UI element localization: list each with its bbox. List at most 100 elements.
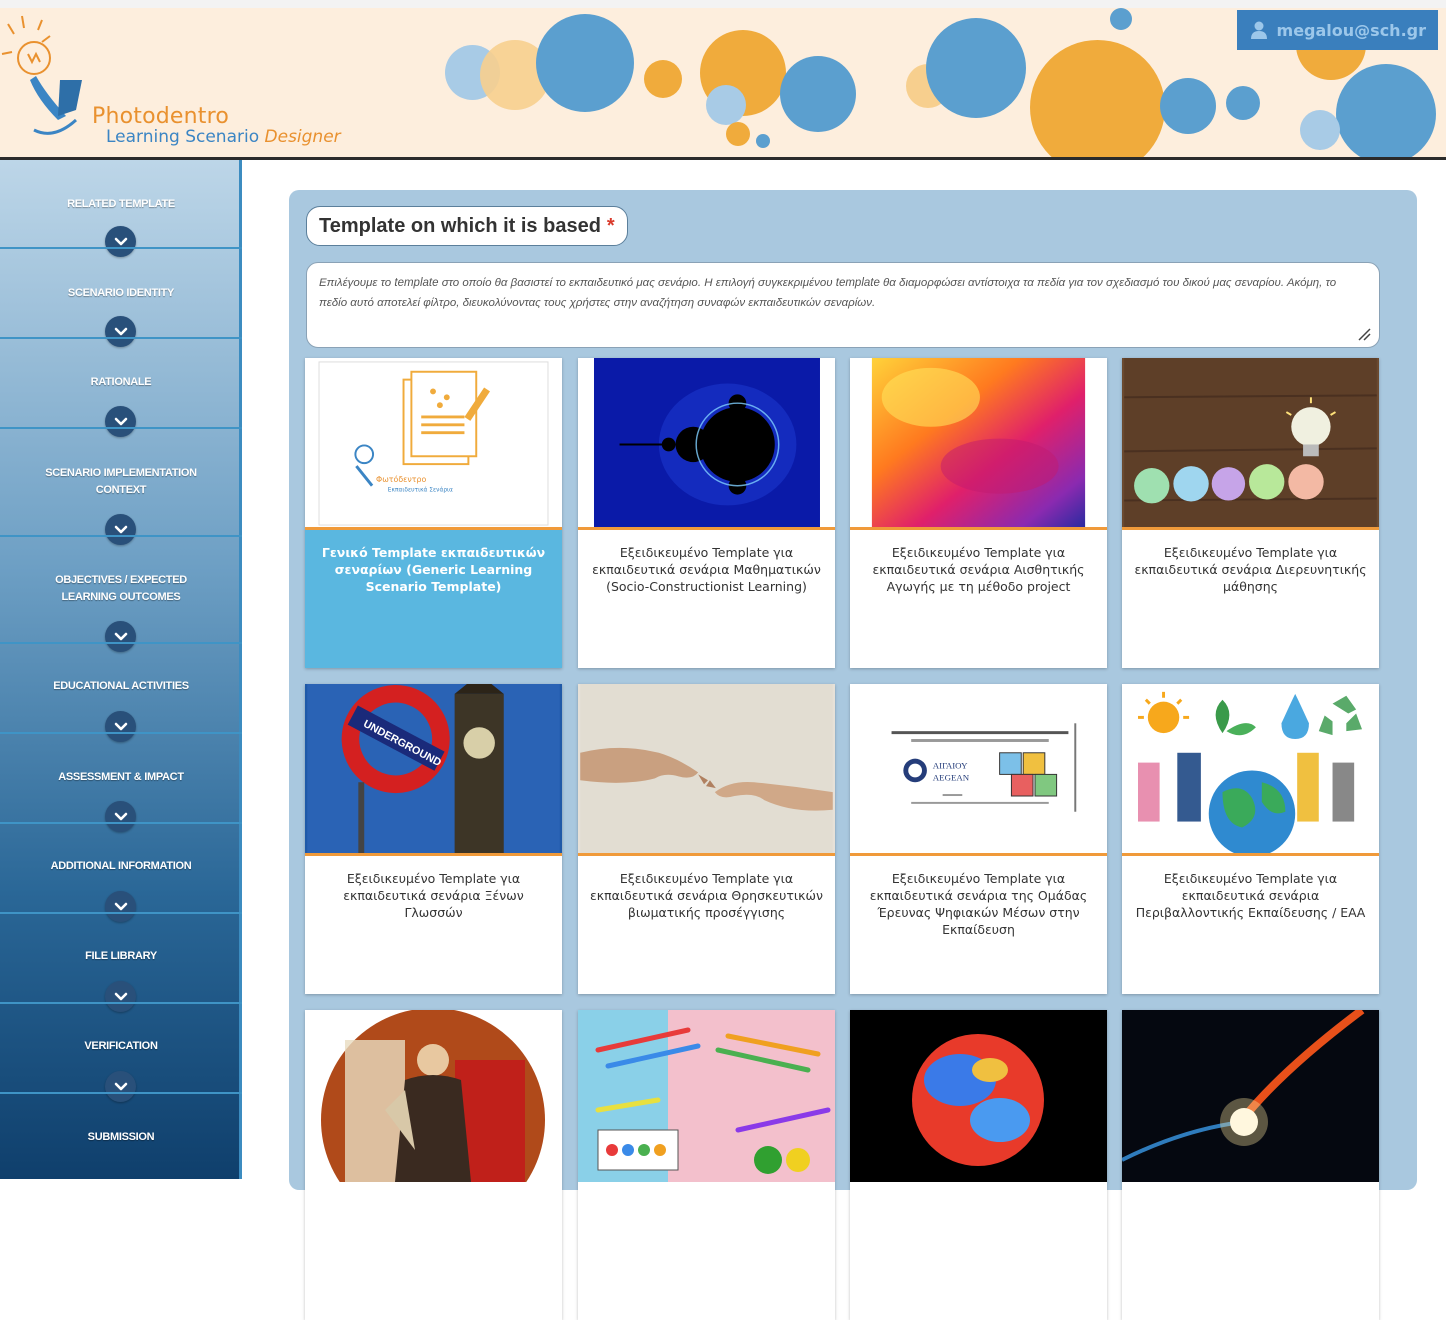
template-card-inquiry[interactable]: Εξειδικευμένο Template για εκπαιδευτικά … [1122, 358, 1379, 668]
template-card-title: Εξειδικευμένο Template για εκπαιδευτικά … [343, 871, 524, 920]
template-selection-panel: Template on which it is based * Επιλέγου… [289, 190, 1417, 1320]
light-streak-illustration [1122, 1010, 1379, 1182]
template-thumbnail: ΑΙΓΑΙΟΥ AEGEAN [850, 684, 1107, 856]
heatmap-globe-illustration [850, 1010, 1107, 1182]
sidebar-item-additional-information[interactable]: ADDITIONAL INFORMATION [0, 858, 242, 875]
chevron-down-icon[interactable] [105, 981, 136, 1012]
generic-template-illustration: Φωτόδεντρο Εκπαιδευτικά Σενάρια [318, 361, 549, 526]
sidebar-divider [0, 822, 242, 824]
template-card-aesthetics[interactable]: Εξειδικευμένο Template για εκπαιδευτικά … [850, 358, 1107, 668]
chevron-down-icon[interactable] [105, 711, 136, 742]
sidebar-divider [0, 912, 242, 914]
sidebar-divider [0, 1092, 242, 1094]
aegean-gr-text: ΑΙΓΑΙΟΥ [933, 761, 968, 771]
user-email: megalou@sch.gr [1276, 20, 1426, 40]
aegean-en-text: AEGEAN [933, 772, 970, 782]
sidebar-divider [0, 535, 242, 537]
field-label-text: Template on which it is based [319, 214, 601, 237]
decor-bubble [1336, 64, 1436, 157]
template-thumbnail [578, 1010, 835, 1182]
sidebar-item-scenario-identity[interactable]: SCENARIO IDENTITY [0, 285, 242, 302]
decor-bubble [926, 18, 1026, 118]
template-card-title: Εξειδικευμένο Template για εκπαιδευτικά … [869, 871, 1088, 937]
user-account-button[interactable]: megalou@sch.gr [1236, 10, 1438, 50]
template-card-title: Εξειδικευμένο Template για εκπαιδευτικά … [1135, 871, 1366, 920]
logo-title: Photodentro [92, 104, 230, 129]
template-card-title: Εξειδικευμένο Template για εκπαιδευτικά … [1134, 545, 1367, 594]
template-card-environmental[interactable]: Εξειδικευμένο Template για εκπαιδευτικά … [1122, 684, 1379, 994]
template-card-religion[interactable]: Εξειδικευμένο Template για εκπαιδευτικά … [578, 684, 835, 994]
sidebar-item-file-library[interactable]: FILE LIBRARY [0, 948, 242, 965]
template-thumbnail [578, 358, 835, 530]
template-thumbnail: UNDERGROUND [305, 684, 562, 856]
sidebar-item-assessment[interactable]: ASSESSMENT & IMPACT [0, 769, 242, 786]
sidebar-item-submission[interactable]: SUBMISSION [0, 1129, 242, 1146]
sidebar-item-implementation-context[interactable]: SCENARIO IMPLEMENTATION CONTEXT [0, 465, 242, 499]
template-thumbnail [578, 684, 835, 856]
required-mark: * [606, 214, 615, 237]
chevron-down-icon[interactable] [105, 801, 136, 832]
template-card-physics[interactable] [1122, 1010, 1379, 1320]
color-smoke-illustration [871, 358, 1086, 527]
template-card-history[interactable] [305, 1010, 562, 1320]
underground-bigben-illustration: UNDERGROUND [307, 684, 560, 853]
template-card-title: Γενικό Template εκπαιδευτικών σεναρίων (… [321, 545, 546, 594]
sidebar-item-educational-activities[interactable]: EDUCATIONAL ACTIVITIES [0, 678, 242, 695]
template-card-generic[interactable]: Φωτόδεντρο Εκπαιδευτικά Σενάρια Γενικό T… [305, 358, 562, 668]
svg-text:Εκπαιδευτικά Σενάρια: Εκπαιδευτικά Σενάρια [388, 487, 453, 494]
art-supplies-illustration [578, 1010, 835, 1182]
chevron-down-icon[interactable] [105, 891, 136, 922]
decor-bubble [1160, 78, 1216, 134]
chevron-down-icon[interactable] [105, 1071, 136, 1102]
aegean-university-illustration: ΑΙΓΑΙΟΥ AEGEAN [852, 684, 1105, 853]
sidebar-divider [0, 732, 242, 734]
sidebar-divider [0, 337, 242, 339]
template-card-title: Εξειδικευμένο Template για εκπαιδευτικά … [872, 545, 1085, 594]
sidebar-divider [0, 642, 242, 644]
logo-accent: Designer [264, 127, 341, 147]
sidebar-item-rationale[interactable]: RATIONALE [0, 374, 242, 391]
sidebar-item-related-template[interactable]: RELATED TEMPLATE [0, 196, 242, 213]
decor-bubble [756, 134, 770, 148]
decor-bubble [1300, 110, 1340, 150]
creation-hands-illustration [580, 684, 833, 853]
top-strip [0, 0, 1446, 8]
template-card-digital-media[interactable]: ΑΙΓΑΙΟΥ AEGEAN Εξειδικευμένο Template γι… [850, 684, 1107, 994]
template-card-arts[interactable] [578, 1010, 835, 1320]
template-thumbnail [305, 1010, 562, 1182]
template-card-title: Εξειδικευμένο Template για εκπαιδευτικά … [590, 871, 823, 920]
classical-painting-illustration [305, 1010, 562, 1182]
template-card-title: Εξειδικευμένο Template για εκπαιδευτικά … [592, 545, 821, 594]
logo-subtitle: Learning Scenario Designer [106, 127, 341, 147]
chevron-down-icon[interactable] [105, 621, 136, 652]
chevron-down-icon[interactable] [105, 226, 136, 257]
help-text-box[interactable]: Επιλέγουμε το template στο οποίο θα βασι… [306, 262, 1380, 348]
decor-bubble [644, 60, 682, 98]
mandelbrot-illustration [593, 358, 820, 527]
paper-balls-bulb-illustration [1124, 358, 1377, 527]
sidebar-divider [0, 427, 242, 429]
sidebar-divider [0, 247, 242, 249]
sidebar-item-verification[interactable]: VERIFICATION [0, 1038, 242, 1055]
template-card-languages[interactable]: UNDERGROUND Εξειδικευμένο Template για ε… [305, 684, 562, 994]
app-logo[interactable]: Photodentro Learning Scenario Designer [0, 14, 360, 154]
decor-bubble [780, 56, 856, 132]
template-card-science[interactable] [850, 1010, 1107, 1320]
chevron-down-icon[interactable] [105, 514, 136, 545]
template-thumbnail [850, 358, 1107, 530]
chevron-down-icon[interactable] [105, 316, 136, 347]
environment-kids-illustration [1124, 684, 1377, 853]
decor-bubble [1030, 40, 1165, 157]
resize-handle-icon[interactable] [1357, 327, 1371, 341]
decor-bubble [726, 122, 750, 146]
template-card-math[interactable]: Εξειδικευμένο Template για εκπαιδευτικά … [578, 358, 835, 668]
sidebar-item-objectives[interactable]: OBJECTIVES / EXPECTED LEARNING OUTCOMES [0, 572, 242, 606]
chevron-down-icon[interactable] [105, 406, 136, 437]
sidebar-nav: RELATED TEMPLATE SCENARIO IDENTITY RATIO… [0, 160, 242, 1179]
decor-bubble [536, 14, 634, 112]
decor-bubble [1226, 86, 1260, 120]
template-thumbnail [1122, 1010, 1379, 1182]
field-label: Template on which it is based * [306, 206, 628, 246]
decor-bubble [706, 85, 746, 125]
decor-bubble [1110, 8, 1132, 30]
